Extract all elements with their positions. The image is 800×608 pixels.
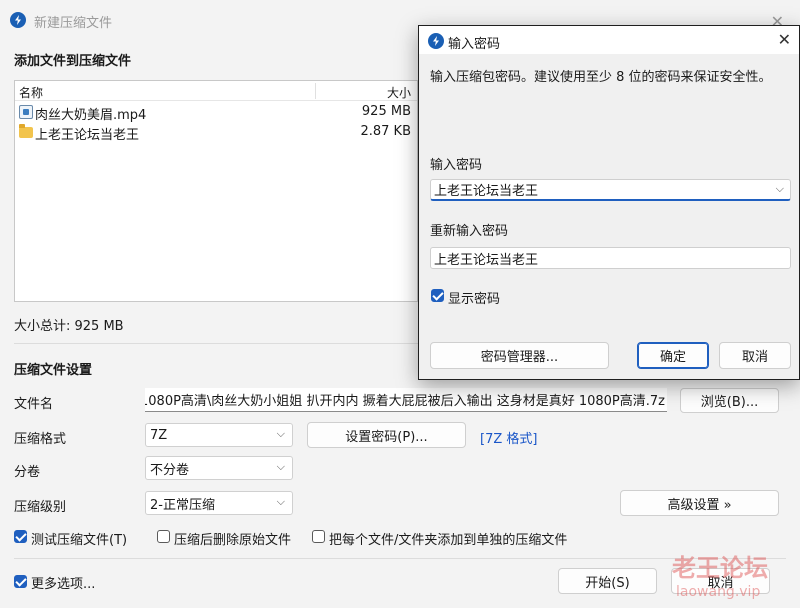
chevron-down-icon[interactable]: ⌵ bbox=[776, 182, 784, 196]
set-password-button[interactable]: 设置密码(P)... bbox=[307, 422, 466, 448]
chevron-down-icon: ⌵ bbox=[276, 460, 285, 473]
column-header-name[interactable]: 名称 bbox=[19, 84, 43, 101]
filename-value: 子 1080P高清\肉丝大奶小姐姐 扒开内内 撅着大屁屁被后入输出 这身材是真好… bbox=[145, 394, 665, 409]
password-manager-button[interactable]: 密码管理器... bbox=[430, 342, 609, 369]
split-label: 分卷 bbox=[14, 465, 41, 480]
folder-icon bbox=[19, 124, 33, 138]
format-value: 7Z bbox=[150, 427, 168, 443]
level-value: 2-正常压缩 bbox=[150, 497, 215, 513]
browse-button[interactable]: 浏览(B)... bbox=[680, 388, 779, 413]
split-value: 不分卷 bbox=[150, 462, 190, 478]
confirm-password-label: 重新输入密码 bbox=[430, 224, 509, 239]
show-password-label[interactable]: 显示密码 bbox=[448, 288, 500, 307]
test-archive-label[interactable]: 测试压缩文件(T) bbox=[31, 529, 127, 548]
delete-after-label[interactable]: 压缩后删除原始文件 bbox=[174, 529, 291, 548]
filename-label: 文件名 bbox=[14, 397, 54, 412]
dialog-title: 输入密码 bbox=[448, 37, 501, 52]
file-list[interactable]: 名称 大小 肉丝大奶美眉.mp4 925 MB 上老王论坛当老王 2.87 KB bbox=[14, 80, 418, 302]
chevron-down-icon: ⌵ bbox=[276, 495, 285, 508]
show-password-checkbox[interactable] bbox=[431, 289, 444, 302]
level-select[interactable]: 2-正常压缩 ⌵ bbox=[145, 491, 293, 515]
file-size: 2.87 KB bbox=[360, 124, 411, 139]
split-select[interactable]: 不分卷 ⌵ bbox=[145, 456, 293, 480]
more-options-label[interactable]: 更多选项... bbox=[31, 573, 95, 592]
ok-button[interactable]: 确定 bbox=[637, 342, 709, 369]
video-file-icon bbox=[19, 105, 33, 119]
test-archive-checkbox[interactable] bbox=[14, 530, 27, 543]
separate-archives-checkbox[interactable] bbox=[312, 530, 325, 543]
separate-archives-label[interactable]: 把每个文件/文件夹添加到单独的压缩文件 bbox=[329, 529, 567, 548]
window-title: 新建压缩文件 bbox=[34, 16, 113, 31]
file-name: 肉丝大奶美眉.mp4 bbox=[35, 108, 147, 123]
format-select[interactable]: 7Z ⌵ bbox=[145, 423, 293, 447]
password-dialog: 输入密码 ✕ 输入压缩包密码。建议使用至少 8 位的密码来保证安全性。 输入密码… bbox=[418, 25, 800, 380]
file-name: 上老王论坛当老王 bbox=[35, 128, 140, 143]
watermark-domain: laowang.vip bbox=[676, 584, 761, 600]
list-item[interactable]: 上老王论坛当老王 2.87 KB bbox=[15, 122, 417, 143]
confirm-password-value: 上老王论坛当老王 bbox=[434, 252, 539, 268]
add-files-heading: 添加文件到压缩文件 bbox=[14, 54, 132, 69]
divider bbox=[14, 558, 786, 559]
dialog-description: 输入压缩包密码。建议使用至少 8 位的密码来保证安全性。 bbox=[430, 70, 772, 85]
more-options-checkbox[interactable] bbox=[14, 575, 27, 588]
password-input[interactable]: 上老王论坛当老王 ⌵ bbox=[430, 179, 791, 201]
format-label: 压缩格式 bbox=[14, 432, 67, 447]
list-item[interactable]: 肉丝大奶美眉.mp4 925 MB bbox=[15, 102, 417, 123]
column-header-size[interactable]: 大小 bbox=[387, 84, 411, 101]
confirm-password-input[interactable]: 上老王论坛当老王 bbox=[430, 247, 791, 269]
format-link[interactable]: [7Z 格式] bbox=[480, 428, 537, 447]
app-logo-icon bbox=[428, 33, 444, 49]
advanced-settings-button[interactable]: 高级设置 » bbox=[620, 490, 779, 516]
watermark-logo: 老王论坛 bbox=[672, 554, 768, 582]
password-value: 上老王论坛当老王 bbox=[434, 184, 539, 199]
filename-input[interactable]: 子 1080P高清\肉丝大奶小姐姐 扒开内内 撅着大屁屁被后入输出 这身材是真好… bbox=[145, 388, 667, 412]
dialog-cancel-button[interactable]: 取消 bbox=[719, 342, 791, 369]
password-label: 输入密码 bbox=[430, 158, 483, 173]
file-list-header: 名称 大小 bbox=[15, 81, 417, 101]
close-icon[interactable]: ✕ bbox=[778, 30, 791, 49]
total-size: 大小总计: 925 MB bbox=[14, 319, 124, 334]
delete-after-checkbox[interactable] bbox=[157, 530, 170, 543]
settings-heading: 压缩文件设置 bbox=[14, 363, 93, 378]
column-divider[interactable] bbox=[315, 83, 316, 99]
app-logo-icon bbox=[10, 12, 26, 28]
chevron-down-icon: ⌵ bbox=[276, 427, 285, 440]
start-button[interactable]: 开始(S) bbox=[558, 568, 657, 594]
dialog-titlebar: 输入密码 ✕ bbox=[419, 26, 799, 54]
file-size: 925 MB bbox=[361, 104, 411, 119]
level-label: 压缩级别 bbox=[14, 500, 67, 515]
